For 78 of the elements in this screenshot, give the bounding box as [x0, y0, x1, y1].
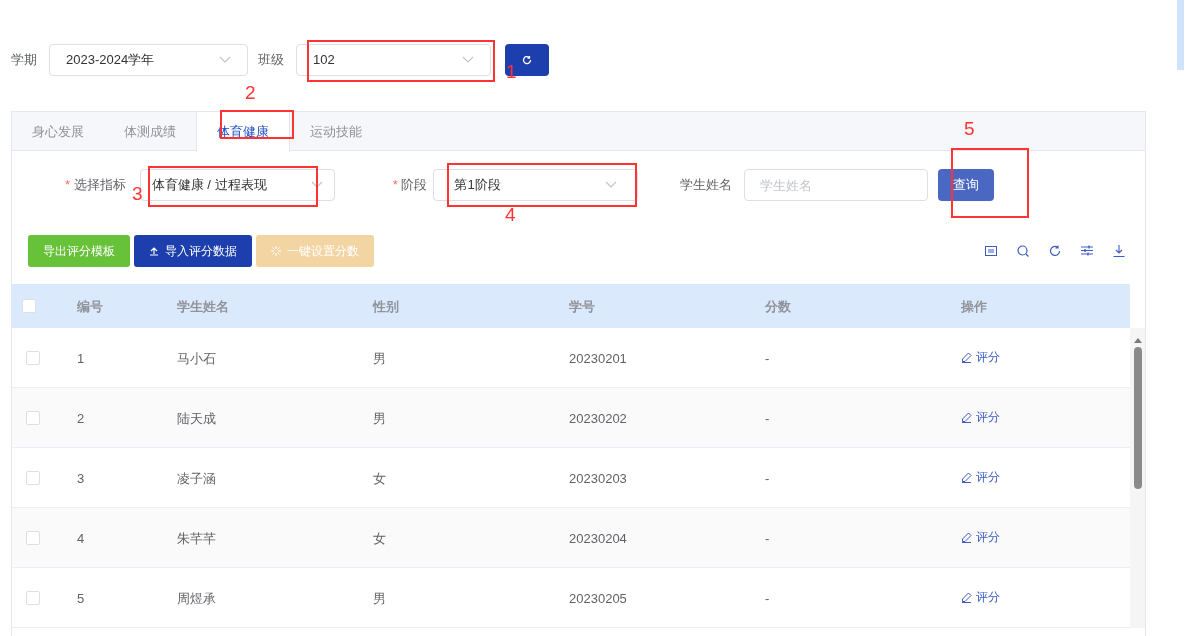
table-cell: 马小石 — [177, 350, 216, 366]
table-cell: 陆天成 — [177, 410, 216, 426]
row-checkbox[interactable] — [26, 470, 40, 485]
scroll-up-icon[interactable] — [1133, 338, 1142, 343]
row-checkbox[interactable] — [26, 590, 40, 605]
score-link[interactable]: 评分 — [961, 408, 1000, 426]
term-label: 学期 — [11, 51, 37, 70]
edit-icon — [961, 411, 972, 423]
student-name-input[interactable]: 学生姓名 — [744, 169, 929, 201]
score-link[interactable]: 评分 — [961, 528, 1000, 546]
table-cell: 20230204 — [569, 530, 627, 546]
refresh-icon — [522, 55, 532, 65]
column-header: 操作 — [961, 299, 987, 314]
table-cell: 凌子涵 — [177, 470, 216, 486]
chevron-down-icon — [310, 181, 323, 189]
scrollbar-thumb[interactable] — [1133, 347, 1142, 489]
edit-icon — [961, 531, 972, 543]
table-cell: - — [765, 470, 770, 486]
column-header: 分数 — [765, 299, 791, 314]
upload-icon — [149, 245, 159, 256]
refresh-icon[interactable] — [1049, 244, 1061, 257]
table-cell: 朱芊芊 — [177, 530, 216, 546]
select-all-checkbox[interactable] — [22, 299, 36, 313]
page-scrollbar[interactable] — [1177, 0, 1184, 70]
table-cell: 女 — [373, 470, 386, 486]
table-cell: 20230201 — [569, 350, 627, 366]
class-label: 班级 — [258, 51, 284, 70]
table-cell: 5 — [77, 590, 85, 606]
action-button[interactable]: 导入评分数据 — [134, 234, 252, 267]
annotation-number: 2 — [245, 83, 256, 102]
table-cell: 1 — [77, 350, 85, 366]
column-header: 编号 — [77, 299, 103, 314]
score-link[interactable]: 评分 — [961, 468, 1000, 486]
table-cell: 女 — [373, 530, 386, 546]
score-link[interactable]: 评分 — [961, 348, 1000, 366]
table-cell: 4 — [77, 530, 85, 546]
column-header: 学号 — [569, 299, 595, 314]
table-cell: - — [765, 530, 770, 546]
table-cell: 男 — [373, 350, 386, 366]
sparkle-icon — [271, 245, 281, 256]
refresh-button[interactable] — [505, 44, 549, 76]
sliders-icon[interactable] — [1081, 245, 1093, 256]
edit-icon — [961, 471, 972, 483]
table-scrollbar[interactable] — [1130, 328, 1145, 628]
term-select[interactable]: 2023-2024学年 — [49, 44, 248, 76]
annotation-number: 4 — [505, 205, 516, 224]
row-checkbox[interactable] — [26, 530, 40, 545]
annotation-number: 5 — [964, 119, 975, 138]
chevron-down-icon — [605, 181, 618, 189]
edit-icon — [961, 351, 972, 363]
table-cell: 3 — [77, 470, 85, 486]
download-icon[interactable] — [1113, 244, 1125, 257]
table-cell: 20230202 — [569, 410, 627, 426]
table-cell: 男 — [373, 410, 386, 426]
score-link[interactable]: 评分 — [961, 588, 1000, 606]
stage-label: * 阶段 — [392, 176, 428, 195]
table-cell: - — [765, 410, 770, 426]
row-checkbox[interactable] — [26, 350, 40, 365]
table-cell: 男 — [373, 590, 386, 606]
table-cell: 20230205 — [569, 590, 627, 606]
table-cell: 20230203 — [569, 470, 627, 486]
chevron-down-icon — [462, 56, 474, 64]
query-button[interactable]: 查询 — [938, 169, 995, 201]
table-cell: 周煜承 — [177, 590, 216, 606]
table-cell: 2 — [77, 410, 85, 426]
stage-select[interactable]: 第1阶段 — [433, 169, 639, 201]
column-header: 性别 — [373, 299, 399, 314]
class-select[interactable]: 102 — [296, 44, 491, 76]
table-cell: - — [765, 350, 770, 366]
student-name-label: 学生姓名 — [680, 176, 733, 195]
edit-icon — [961, 591, 972, 603]
chevron-down-icon — [219, 56, 231, 64]
search-icon[interactable] — [1017, 244, 1029, 257]
table-cell: - — [765, 590, 770, 606]
row-checkbox[interactable] — [26, 410, 40, 425]
indicator-label: * 选择指标 — [65, 176, 126, 195]
column-icon[interactable] — [985, 245, 997, 256]
column-header: 学生姓名 — [177, 299, 229, 314]
